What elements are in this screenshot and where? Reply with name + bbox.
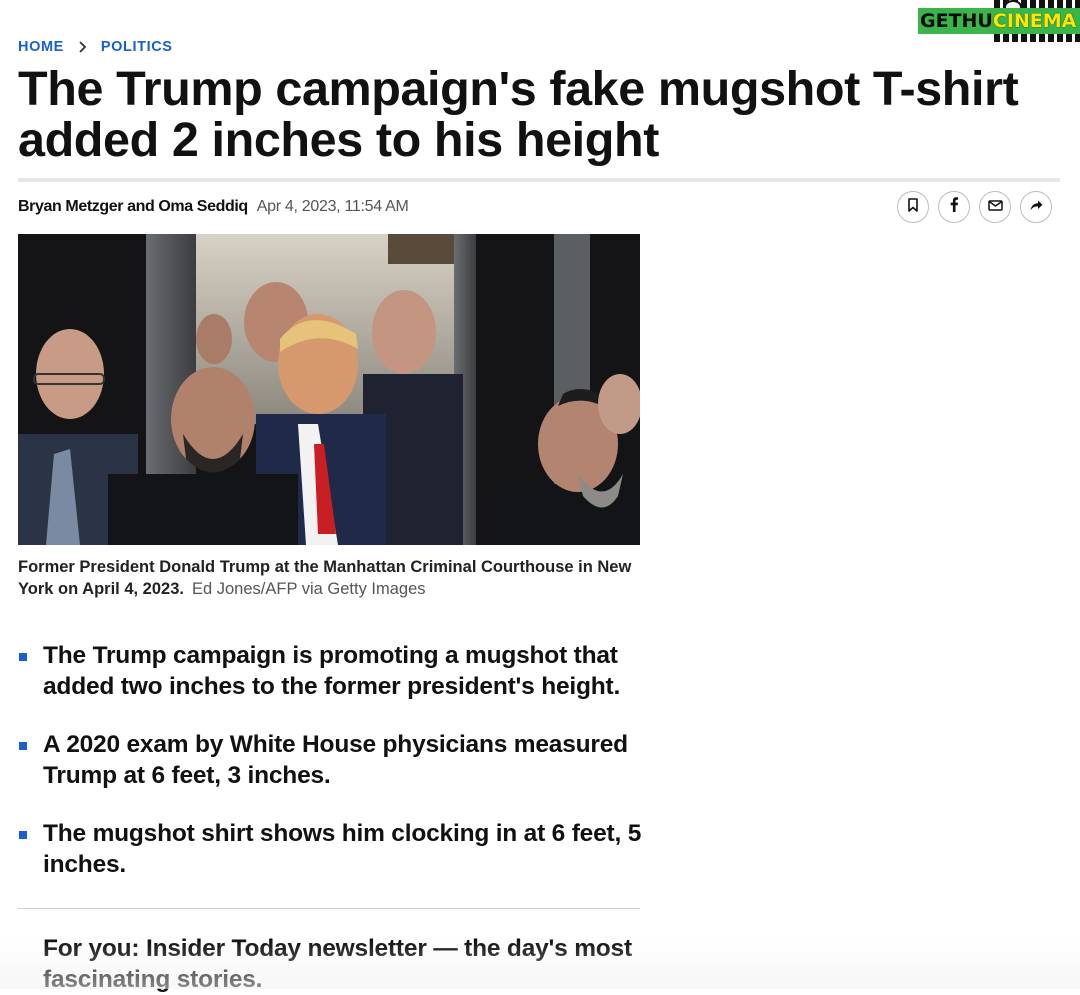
article-headline: The Trump campaign's fake mugshot T-shir… xyxy=(18,62,1019,167)
key-point-text: A 2020 exam by White House physicians me… xyxy=(43,731,628,789)
bookmark-icon xyxy=(907,197,919,217)
photo-credit: Ed Jones/AFP via Getty Images xyxy=(191,580,426,598)
article-authors[interactable]: Bryan Metzger and Oma Seddiq xyxy=(18,198,248,216)
film-strip-icon xyxy=(994,34,1080,42)
share-arrow-icon xyxy=(1030,198,1043,216)
bullet-square-icon xyxy=(19,653,27,661)
breadcrumb: HOME POLITICS xyxy=(18,38,173,56)
breadcrumb-home-link[interactable]: HOME xyxy=(18,39,64,55)
facebook-share-button[interactable] xyxy=(938,191,970,223)
email-icon xyxy=(987,198,1003,216)
article-date: Apr 4, 2023, 11:54 AM xyxy=(256,198,409,215)
section-divider xyxy=(18,908,640,909)
chevron-right-icon xyxy=(78,41,87,53)
gethu-cinema-watermark: GETHUCINEMA xyxy=(918,0,1080,42)
key-points-list: The Trump campaign is promoting a mugsho… xyxy=(18,640,658,907)
bookmark-button[interactable] xyxy=(897,191,929,223)
bullet-square-icon xyxy=(19,831,27,839)
more-share-button[interactable] xyxy=(1020,191,1052,223)
breadcrumb-politics-link[interactable]: POLITICS xyxy=(101,39,173,55)
bullet-square-icon xyxy=(19,742,27,750)
email-share-button[interactable] xyxy=(979,191,1011,223)
share-toolbar xyxy=(897,191,1052,223)
courthouse-photo-illustration xyxy=(18,234,640,545)
key-point-item: A 2020 exam by White House physicians me… xyxy=(18,729,658,791)
watermark-text: GETHUCINEMA xyxy=(918,8,1080,34)
newsletter-promo-link[interactable]: For you: Insider Today newsletter — the … xyxy=(43,933,643,995)
article-photo[interactable] xyxy=(18,234,640,545)
byline: Bryan Metzger and Oma Seddiq Apr 4, 2023… xyxy=(18,198,409,220)
key-point-item: The mugshot shirt shows him clocking in … xyxy=(18,818,658,880)
key-point-item: The Trump campaign is promoting a mugsho… xyxy=(18,640,658,702)
key-point-text: The Trump campaign is promoting a mugsho… xyxy=(43,642,621,700)
key-point-text: The mugshot shirt shows him clocking in … xyxy=(43,820,642,878)
facebook-icon xyxy=(949,197,959,217)
photo-caption: Former President Donald Trump at the Man… xyxy=(18,556,640,600)
headline-divider xyxy=(18,178,1060,182)
